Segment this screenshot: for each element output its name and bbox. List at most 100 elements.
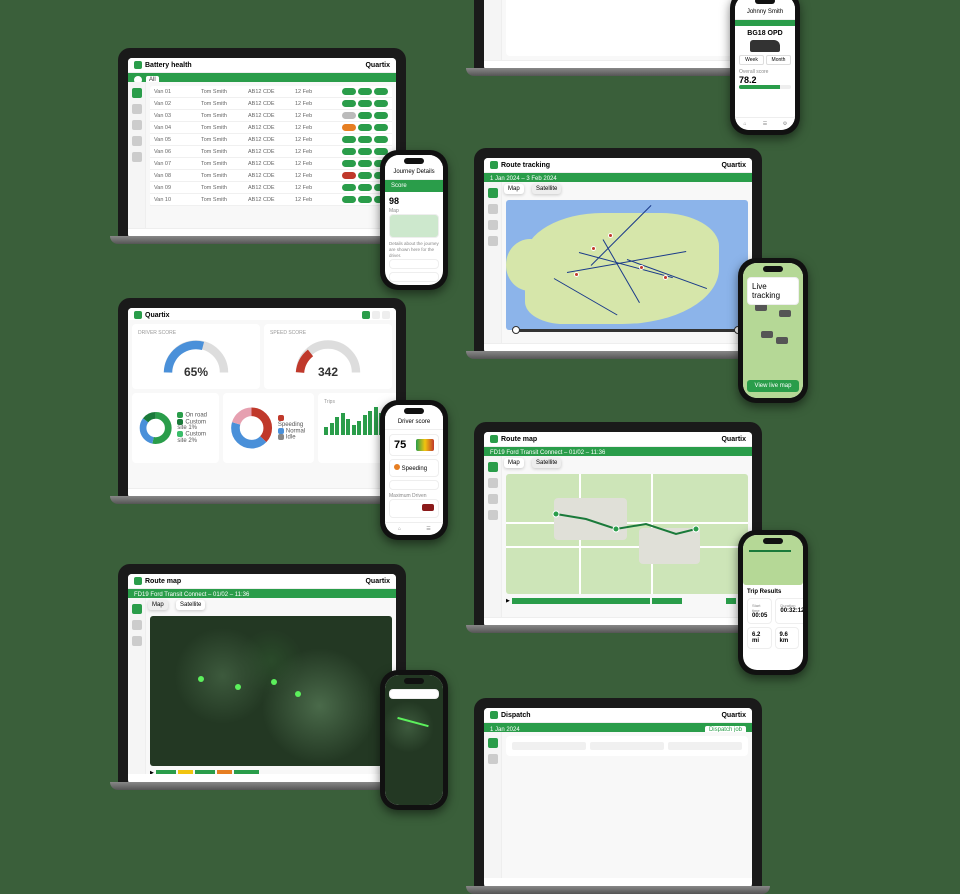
map-tab-sat[interactable]: Satellite	[532, 184, 561, 194]
score: 98	[389, 196, 439, 206]
route-point	[198, 676, 204, 682]
table-row[interactable]: Van 10Tom SmithAB12 CDE12 Feb	[150, 194, 392, 206]
table-row[interactable]: Van 01Tom SmithAB12 CDE12 Feb	[150, 86, 392, 98]
footer	[484, 343, 752, 353]
page-title: Dispatch	[501, 712, 531, 719]
tab-icon[interactable]: ⌂	[385, 523, 414, 535]
laptop-route-map-sat: Route map Quartix FD19 Ford Transit Conn…	[118, 564, 406, 784]
map-view[interactable]	[506, 200, 748, 330]
sidebar-item[interactable]	[132, 620, 142, 630]
vehicle-marker[interactable]	[779, 310, 791, 317]
content: Van 01Tom SmithAB12 CDE12 FebVan 02Tom S…	[146, 82, 396, 228]
sidebar-item[interactable]	[132, 88, 142, 98]
sidebar-item[interactable]	[488, 220, 498, 230]
sidebar-item[interactable]	[488, 188, 498, 198]
donut-chart	[138, 403, 173, 453]
timeline-slider[interactable]	[512, 325, 742, 337]
sidebar-item[interactable]	[132, 136, 142, 146]
sidebar-item[interactable]	[488, 204, 498, 214]
filter-field[interactable]	[512, 742, 586, 750]
page-title: Route map	[501, 436, 537, 443]
car-icon	[422, 504, 434, 511]
vehicle-marker[interactable]	[776, 337, 788, 344]
filter-field[interactable]	[668, 742, 742, 750]
brand: Quartix	[365, 578, 390, 585]
search-bar[interactable]	[389, 689, 439, 699]
route-point	[295, 691, 301, 697]
score-value: 78.2	[739, 75, 791, 85]
sidebar-item[interactable]	[488, 510, 498, 520]
app-header: Dispatch Quartix	[484, 708, 752, 723]
content: Map Satellite ▶	[146, 598, 396, 774]
content: DRIVER SCORE 65% SPEED SCORE	[128, 320, 396, 488]
stat-duration: 00:32:12	[780, 608, 803, 614]
view-live-button[interactable]: View live map	[747, 380, 799, 392]
app-header: Route tracking Quartix	[484, 158, 752, 173]
phone-tabbar: ⌂ ☰	[385, 522, 443, 535]
content: Speed over time	[502, 0, 752, 60]
mini-map[interactable]	[389, 214, 439, 238]
sidebar-item[interactable]	[132, 104, 142, 114]
map-tab-map[interactable]: Map	[148, 600, 168, 610]
sidebar-item[interactable]	[488, 236, 498, 246]
sidebar-item[interactable]	[488, 738, 498, 748]
phone-trip-results: Trip Results Start time 00:05 Duration 0…	[738, 530, 808, 675]
map-tab-map[interactable]: Map	[504, 184, 524, 194]
sidebar	[484, 732, 502, 878]
table-row[interactable]: Van 02Tom SmithAB12 CDE12 Feb	[150, 98, 392, 110]
table-row[interactable]: Van 09Tom SmithAB12 CDE12 Feb	[150, 182, 392, 194]
donut-card-2: SpeedingNormalIdle	[223, 393, 314, 463]
tab-icon[interactable]: ⌂	[735, 118, 755, 130]
header-icon[interactable]	[372, 311, 380, 319]
vehicle-marker[interactable]	[761, 331, 773, 338]
table-row[interactable]: Van 05Tom SmithAB12 CDE12 Feb	[150, 134, 392, 146]
footer	[128, 228, 396, 238]
tab-icon[interactable]: ☰	[414, 523, 443, 535]
stat-start: 00:05	[752, 613, 767, 619]
tab-icon[interactable]: ⚙	[775, 118, 795, 130]
content	[502, 732, 752, 878]
map-view[interactable]	[506, 474, 748, 594]
gauge-card-driver: DRIVER SCORE 65%	[132, 324, 260, 389]
header-icon[interactable]	[362, 311, 370, 319]
legend: SpeedingNormalIdle	[278, 415, 308, 441]
sidebar-item[interactable]	[488, 478, 498, 488]
table-row[interactable]: Van 07Tom SmithAB12 CDE12 Feb	[150, 158, 392, 170]
timeline-segments[interactable]: ▶	[506, 598, 748, 604]
tab-month[interactable]: Month	[766, 55, 791, 65]
brand: Quartix	[721, 436, 746, 443]
sidebar-item[interactable]	[488, 462, 498, 472]
sidebar-item[interactable]	[132, 636, 142, 646]
filter-field[interactable]	[590, 742, 664, 750]
content: Map Satellite ▶	[502, 456, 752, 617]
score-scale-icon	[416, 439, 434, 451]
donut-chart	[229, 403, 274, 453]
section-title: Trip Results	[747, 589, 799, 595]
satellite-map[interactable]	[150, 616, 392, 766]
timeline-segments[interactable]: ▶	[150, 770, 392, 774]
car-icon	[750, 40, 780, 52]
map-tab-sat[interactable]: Satellite	[532, 458, 561, 468]
sidebar-item[interactable]	[132, 604, 142, 614]
table-row[interactable]: Van 08Tom SmithAB12 CDE12 Feb	[150, 170, 392, 182]
laptop-route-tracking: Route tracking Quartix 1 Jan 2024 – 3 Fe…	[474, 148, 762, 353]
map-tab-sat[interactable]: Satellite	[176, 600, 205, 610]
detail-row	[389, 272, 439, 282]
laptop-dispatch: Dispatch Quartix 1 Jan 2024 Dispatch job	[474, 698, 762, 888]
table-row[interactable]: Van 06Tom SmithAB12 CDE12 Feb	[150, 146, 392, 158]
header-icon[interactable]	[382, 311, 390, 319]
app-header: Route map Quartix	[484, 432, 752, 447]
search-bar[interactable]: Live tracking	[747, 277, 799, 305]
table-row[interactable]: Van 04Tom SmithAB12 CDE12 Feb	[150, 122, 392, 134]
map-tab-map[interactable]: Map	[504, 458, 524, 468]
sidebar-item[interactable]	[132, 120, 142, 130]
tab-icon[interactable]: ☰	[755, 118, 775, 130]
score: 75	[394, 439, 406, 451]
tab-week[interactable]: Week	[739, 55, 764, 65]
phone-route-sat	[380, 670, 448, 810]
donut-card-1: On roadCustom site 1%Custom site 2%	[132, 393, 219, 463]
sidebar-item[interactable]	[132, 152, 142, 162]
sidebar-item[interactable]	[488, 494, 498, 504]
table-row[interactable]: Van 03Tom SmithAB12 CDE12 Feb	[150, 110, 392, 122]
footer	[128, 488, 396, 498]
